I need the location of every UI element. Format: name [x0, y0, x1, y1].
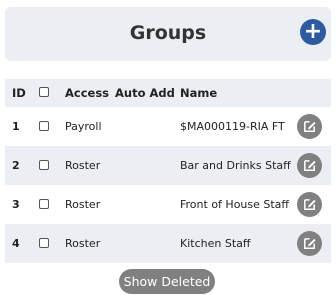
edit-button[interactable] — [297, 192, 322, 217]
row-access: Roster — [65, 198, 101, 211]
column-header-auto-add: Auto Add — [115, 86, 175, 100]
row-id: 2 — [12, 159, 20, 172]
row-checkbox[interactable] — [39, 121, 49, 131]
row-name: Kitchen Staff — [180, 237, 251, 250]
select-all-checkbox[interactable] — [39, 87, 49, 97]
page-title: Groups — [129, 22, 207, 44]
column-header-id: ID — [12, 86, 26, 100]
row-id: 3 — [12, 198, 20, 211]
table-row: 1 Payroll $MA000119-RIA FT — [5, 107, 331, 146]
table-row: 3 Roster Front of House Staff — [5, 185, 331, 224]
row-name: Front of House Staff — [180, 198, 290, 211]
groups-table: ID Access Auto Add Name 1 Payroll $MA000… — [5, 79, 331, 263]
row-checkbox[interactable] — [39, 199, 49, 209]
row-name: $MA000119-RIA FT — [180, 120, 285, 133]
edit-icon — [304, 238, 316, 249]
plus-icon: + — [303, 19, 323, 44]
row-id: 1 — [12, 120, 20, 133]
row-id: 4 — [12, 237, 20, 250]
edit-button[interactable] — [297, 231, 322, 256]
row-access: Roster — [65, 159, 101, 172]
groups-header: Groups + — [5, 7, 331, 61]
edit-icon — [304, 121, 316, 132]
edit-button[interactable] — [297, 114, 322, 139]
table-row: 4 Roster Kitchen Staff — [5, 224, 331, 263]
edit-icon — [304, 160, 316, 171]
table-row: 2 Roster Bar and Drinks Staff — [5, 146, 331, 185]
show-deleted-button[interactable]: Show Deleted — [119, 269, 215, 294]
row-name: Bar and Drinks Staff — [180, 159, 291, 172]
column-header-access: Access — [65, 86, 110, 100]
row-checkbox[interactable] — [39, 238, 49, 248]
add-group-button[interactable]: + — [300, 19, 326, 45]
row-access: Roster — [65, 237, 101, 250]
row-access: Payroll — [65, 120, 102, 133]
row-checkbox[interactable] — [39, 160, 49, 170]
edit-button[interactable] — [297, 153, 322, 178]
column-header-name: Name — [180, 86, 218, 100]
edit-icon — [304, 199, 316, 210]
table-header: ID Access Auto Add Name — [5, 79, 331, 107]
